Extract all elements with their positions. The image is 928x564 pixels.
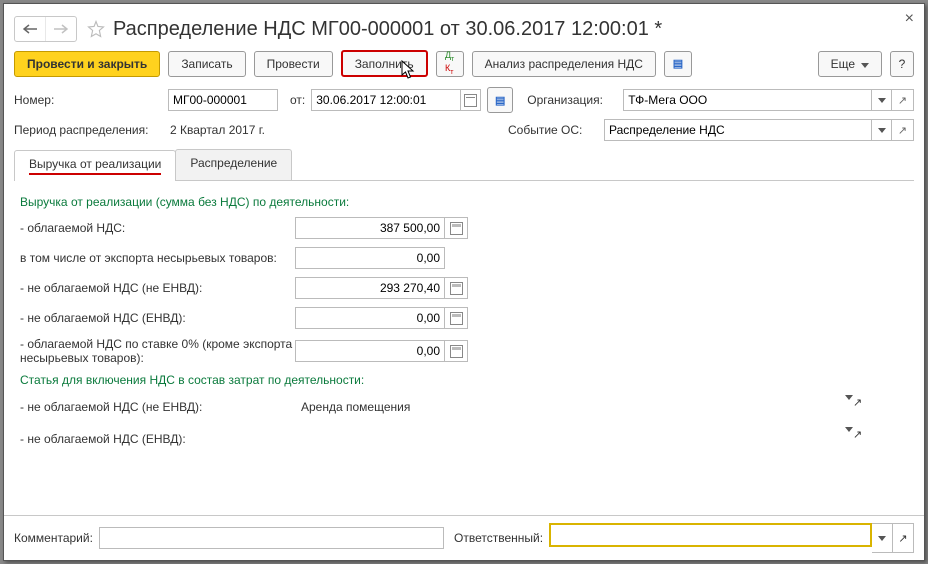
- rev-novat-calc[interactable]: [445, 277, 468, 299]
- responsible-input[interactable]: [549, 523, 872, 547]
- cost-novat-value[interactable]: Аренда помещения: [295, 395, 845, 419]
- responsible-label: Ответственный:: [454, 531, 543, 545]
- toolbar: Провести и закрыть Записать Провести Зап…: [14, 48, 914, 87]
- tab-revenue-label: Выручка от реализации: [29, 157, 161, 171]
- tab-distribution-label: Распределение: [190, 156, 277, 170]
- rev-novat-label: - не облагаемой НДС (не ЕНВД):: [20, 281, 295, 295]
- close-icon[interactable]: ×: [905, 10, 914, 28]
- save-button[interactable]: Записать: [168, 51, 245, 77]
- from-label: от:: [290, 93, 305, 107]
- org-dropdown-button[interactable]: [872, 89, 892, 111]
- event-dropdown-button[interactable]: [872, 119, 892, 141]
- commit-button[interactable]: Провести: [254, 51, 333, 77]
- rev-envd-input[interactable]: [295, 307, 445, 329]
- comment-label: Комментарий:: [14, 531, 93, 545]
- cost-novat-open[interactable]: ↗: [853, 395, 875, 419]
- rev-zero-calc[interactable]: [445, 340, 468, 362]
- rev-export-input[interactable]: [295, 247, 445, 269]
- event-open-button[interactable]: ↗: [892, 119, 914, 141]
- tab-revenue[interactable]: Выручка от реализации: [14, 150, 176, 181]
- rev-vat-label: - облагаемой НДС:: [20, 221, 295, 235]
- cost-novat-dropdown[interactable]: [845, 395, 853, 419]
- number-label: Номер:: [14, 93, 162, 107]
- cost-envd-open[interactable]: ↗: [853, 427, 875, 451]
- nav-back-button[interactable]: [15, 17, 45, 41]
- number-input[interactable]: [168, 89, 278, 111]
- date-input[interactable]: [311, 89, 461, 111]
- tab-distribution[interactable]: Распределение: [175, 149, 292, 180]
- show-document-button[interactable]: ▤: [487, 87, 513, 113]
- more-label: Еще: [831, 57, 855, 71]
- window-title: Распределение НДС МГ00-000001 от 30.06.2…: [113, 18, 662, 41]
- section-cost-title: Статья для включения НДС в состав затрат…: [20, 373, 908, 387]
- event-label: Событие ОС:: [508, 123, 598, 137]
- cost-envd-dropdown[interactable]: [845, 427, 853, 451]
- rev-vat-calc[interactable]: [445, 217, 468, 239]
- rev-novat-input[interactable]: [295, 277, 445, 299]
- responsible-open[interactable]: ↗: [893, 523, 914, 553]
- period-label: Период распределения:: [14, 123, 164, 137]
- cost-envd-value[interactable]: [295, 427, 845, 451]
- period-value: 2 Квартал 2017 г.: [170, 123, 265, 137]
- commit-close-button[interactable]: Провести и закрыть: [14, 51, 160, 77]
- help-button[interactable]: ?: [890, 51, 914, 77]
- section-revenue-title: Выручка от реализации (сумма без НДС) по…: [20, 195, 908, 209]
- rev-export-label: в том числе от экспорта несырьевых товар…: [20, 251, 295, 265]
- calendar-button[interactable]: [461, 89, 481, 111]
- rev-zero-label: - облагаемой НДС по ставке 0% (кроме экс…: [20, 337, 295, 365]
- report-button[interactable]: ▤: [664, 51, 692, 77]
- org-label: Организация:: [527, 93, 617, 107]
- cost-envd-label: - не облагаемой НДС (ЕНВД):: [20, 432, 295, 446]
- comment-input[interactable]: [99, 527, 444, 549]
- dtkt-button[interactable]: ДтКт: [436, 51, 464, 77]
- nav-buttons: [14, 16, 77, 42]
- fill-button[interactable]: Заполнить: [341, 50, 428, 77]
- rev-envd-label: - не облагаемой НДС (ЕНВД):: [20, 311, 295, 325]
- rev-envd-calc[interactable]: [445, 307, 468, 329]
- analysis-button[interactable]: Анализ распределения НДС: [472, 51, 656, 77]
- favorite-star-icon[interactable]: [85, 18, 107, 40]
- more-button[interactable]: Еще: [818, 51, 882, 77]
- org-input[interactable]: [623, 89, 872, 111]
- cost-novat-label: - не облагаемой НДС (не ЕНВД):: [20, 400, 295, 414]
- nav-forward-button[interactable]: [45, 17, 76, 41]
- event-input[interactable]: [604, 119, 872, 141]
- responsible-dropdown[interactable]: [872, 523, 893, 553]
- rev-zero-input[interactable]: [295, 340, 445, 362]
- org-open-button[interactable]: ↗: [892, 89, 914, 111]
- rev-vat-input[interactable]: [295, 217, 445, 239]
